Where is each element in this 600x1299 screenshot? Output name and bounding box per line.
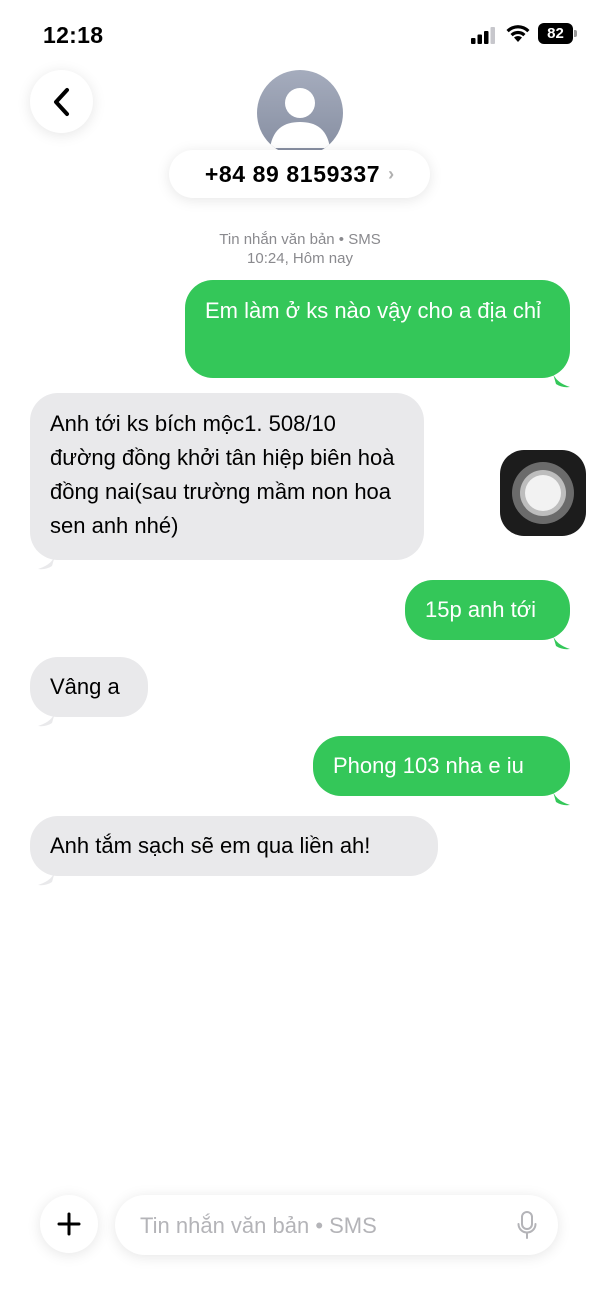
message-text: Em làm ở ks nào vậy cho a địa chỉ [205, 298, 542, 323]
message-input-placeholder: Tin nhắn văn bản • SMS [140, 1213, 377, 1238]
thread-timestamp: 10:24, Hôm nay [247, 250, 353, 267]
bubble-tail [552, 632, 570, 650]
person-avatar-icon [270, 88, 330, 148]
battery-tip [574, 30, 577, 37]
bubble-tail [38, 709, 56, 727]
outgoing-message[interactable]: 15p anh tới [405, 580, 570, 640]
contact-avatar[interactable] [257, 70, 343, 156]
message-text: 15p anh tới [425, 597, 537, 622]
contact-number: +84 89 8159337 [204, 160, 381, 187]
incoming-message[interactable]: Anh tới ks bích mộc1. 508/10 đường đồng … [30, 393, 424, 560]
outgoing-message[interactable]: Phong 103 nha e iu [313, 736, 570, 796]
status-time: 12:18 [43, 22, 104, 48]
plus-icon [57, 1212, 81, 1236]
outgoing-message[interactable]: Em làm ở ks nào vậy cho a địa chỉ [185, 280, 570, 378]
back-button[interactable] [30, 70, 93, 133]
signal-icon [471, 27, 495, 44]
status-bar: 12:18 82 [0, 0, 600, 70]
incoming-message[interactable]: Anh tắm sạch sẽ em qua liền ah! [30, 816, 438, 876]
bubble-tail [38, 868, 56, 886]
add-attachment-button[interactable] [40, 1195, 98, 1253]
contact-name-button[interactable]: +84 89 8159337 › [169, 150, 430, 198]
bubble-tail [552, 788, 570, 806]
battery-icon: 82 [538, 23, 578, 44]
assistive-touch-ring [520, 470, 566, 516]
message-text: Anh tới ks bích mộc1. 508/10 đường đồng … [50, 411, 395, 538]
chevron-left-icon [53, 87, 69, 116]
battery-level: 82 [547, 25, 564, 42]
wifi-icon [506, 25, 530, 42]
microphone-icon[interactable] [517, 1211, 537, 1239]
assistive-touch-ring [512, 462, 574, 524]
assistive-touch-button[interactable] [500, 450, 586, 536]
incoming-message[interactable]: Vâng a [30, 657, 148, 717]
message-input[interactable]: Tin nhắn văn bản • SMS [115, 1195, 558, 1255]
message-text: Phong 103 nha e iu [333, 753, 524, 778]
assistive-touch-center [525, 475, 561, 511]
bubble-tail [38, 552, 56, 570]
message-text: Anh tắm sạch sẽ em qua liền ah! [50, 833, 371, 858]
message-text: Vâng a [50, 674, 120, 699]
thread-meta: Tin nhắn văn bản • SMS 10:24, Hôm nay [0, 230, 600, 268]
thread-channel: Tin nhắn văn bản • SMS [219, 231, 381, 248]
battery-body: 82 [538, 23, 573, 44]
bubble-tail [552, 370, 570, 388]
chevron-right-icon: › [388, 163, 395, 184]
